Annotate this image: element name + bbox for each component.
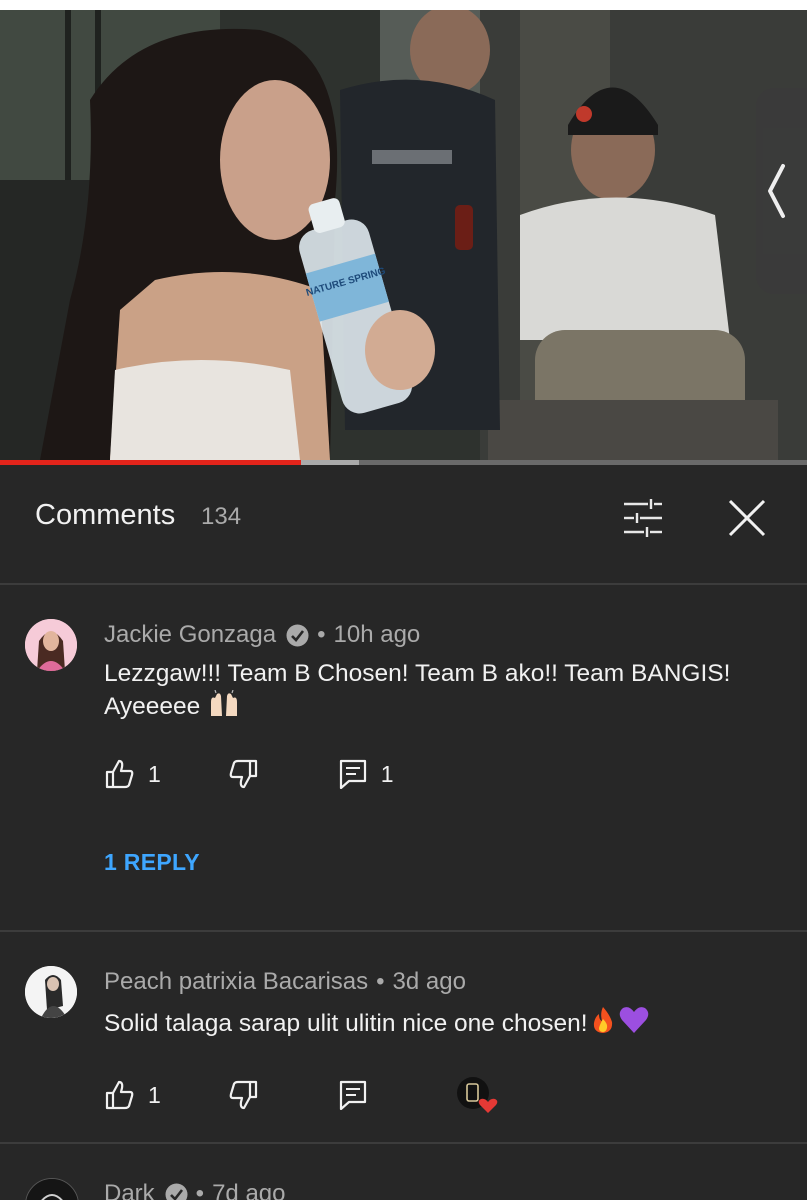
avatar[interactable]: [25, 966, 77, 1018]
like-count: 1: [148, 1081, 161, 1108]
avatar-image: [25, 966, 77, 1018]
comment-item: Jackie Gonzaga • 10h ago Lezzgaw!!! Team…: [0, 585, 807, 930]
like-count: 1: [148, 760, 161, 787]
comment-author[interactable]: Dark: [104, 1180, 155, 1200]
reply-button[interactable]: [339, 1080, 367, 1110]
reply-count: 1: [380, 760, 394, 787]
comments-title: Comments: [35, 499, 176, 531]
close-icon: [728, 499, 766, 537]
sliders-icon: [624, 499, 662, 537]
comment-text: Lezzgaw!!! Team B Chosen! Team B ako!! T…: [104, 658, 774, 727]
comment-text: Solid talaga sarap ulit ulitin nice one …: [104, 1005, 774, 1044]
comment-actions: 1: [104, 1075, 501, 1115]
comment-time[interactable]: 3d ago: [393, 968, 466, 996]
video-player[interactable]: NATURE SPRING: [0, 10, 807, 460]
comment-item: Peach patrixia Bacarisas • 3d ago Solid …: [0, 932, 807, 1142]
view-replies-link[interactable]: 1 REPLY: [104, 849, 200, 876]
avatar[interactable]: [25, 619, 77, 671]
comment-item: Dark • 7d ago: [0, 1144, 807, 1200]
avatar-image: [25, 619, 77, 671]
reply-comment-icon: [339, 759, 366, 789]
sort-button[interactable]: [618, 493, 668, 543]
thumbs-down-icon: [229, 1080, 257, 1110]
chevron-left-icon: [768, 164, 785, 218]
comment-meta: Peach patrixia Bacarisas • 3d ago: [104, 968, 466, 996]
fire-emoji-icon: [588, 1005, 618, 1044]
side-panel-handle[interactable]: [756, 88, 807, 294]
comment-meta: Dark • 7d ago: [104, 1180, 285, 1200]
creator-heart-icon: [456, 1077, 498, 1113]
comment-time[interactable]: 10h ago: [334, 621, 421, 649]
reply-button[interactable]: 1: [339, 759, 394, 789]
comment-actions: 1 1: [104, 759, 394, 789]
comments-count: 134: [201, 503, 242, 530]
comment-author[interactable]: Peach patrixia Bacarisas: [104, 968, 368, 996]
meta-separator: •: [317, 621, 326, 648]
thumbs-up-icon: [105, 759, 134, 789]
like-button[interactable]: 1: [104, 1080, 161, 1110]
close-button[interactable]: [722, 493, 772, 543]
dislike-button[interactable]: [229, 759, 259, 789]
video-frame-image: NATURE SPRING: [0, 10, 807, 460]
verified-badge-icon: [286, 624, 309, 647]
comment-text-body: Lezzgaw!!! Team B Chosen! Team B ako!! T…: [104, 660, 731, 720]
purple-heart-emoji-icon: [618, 1005, 650, 1044]
meta-separator: •: [195, 1180, 205, 1200]
like-button[interactable]: 1: [104, 759, 161, 789]
avatar[interactable]: [25, 1178, 79, 1200]
comment-author[interactable]: Jackie Gonzaga: [104, 621, 276, 649]
meta-separator: •: [376, 968, 385, 995]
raised-hands-emoji-icon: [207, 689, 241, 727]
thumbs-up-icon: [105, 1080, 134, 1110]
verified-badge-icon: [165, 1183, 188, 1200]
reply-comment-icon: [339, 1080, 366, 1110]
avatar-image: [26, 1179, 78, 1200]
comments-header: Comments 134: [0, 465, 807, 585]
thumbs-down-icon: [229, 759, 257, 789]
status-strip: [0, 0, 807, 10]
dislike-button[interactable]: [229, 1080, 259, 1110]
comment-time[interactable]: 7d ago: [212, 1180, 285, 1200]
comment-meta: Jackie Gonzaga • 10h ago: [104, 621, 420, 649]
comment-text-body: Solid talaga sarap ulit ulitin nice one …: [104, 1010, 588, 1037]
creator-heart-badge: [455, 1075, 501, 1115]
